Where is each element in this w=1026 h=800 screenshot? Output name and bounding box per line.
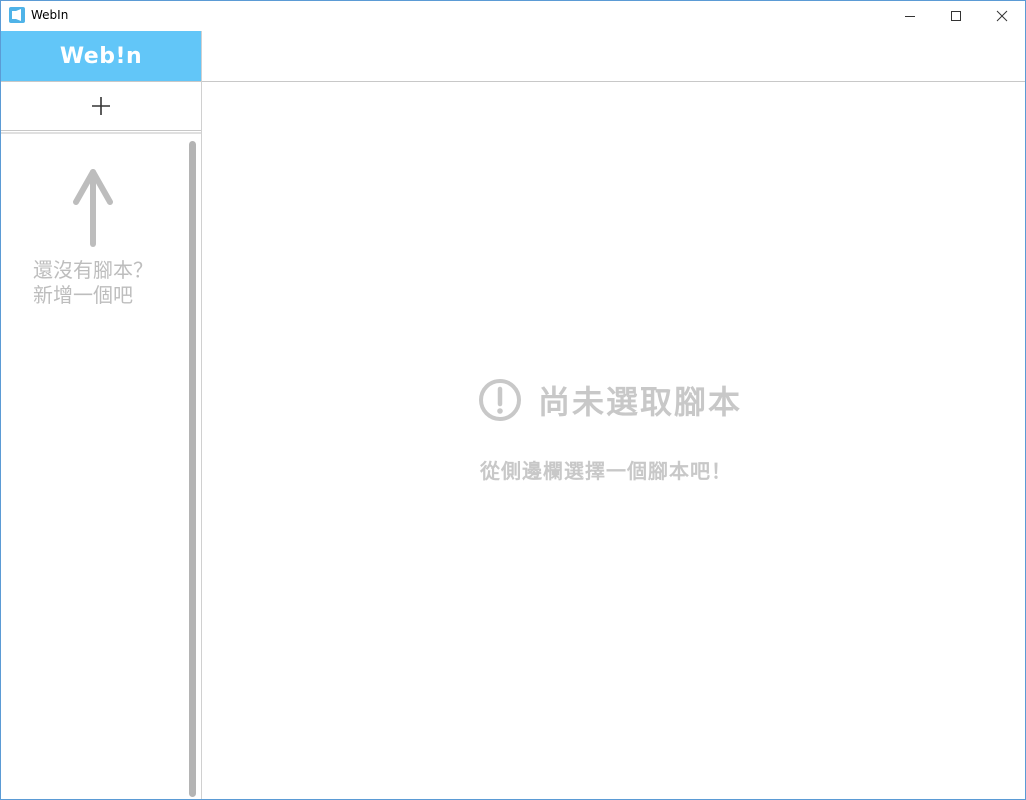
maximize-button[interactable] (933, 1, 979, 31)
maximize-icon (951, 11, 961, 21)
close-button[interactable] (979, 1, 1025, 31)
add-script-button[interactable] (1, 81, 201, 131)
plus-icon (92, 97, 110, 115)
minimize-button[interactable] (887, 1, 933, 31)
empty-state: 尚未選取腳本 從側邊欄選擇一個腳本吧！ (202, 82, 1025, 799)
brand-logo: Web!n (1, 31, 201, 81)
title-bar[interactable]: WebIn (1, 1, 1025, 31)
window-title: WebIn (31, 8, 69, 22)
minimize-icon (905, 16, 915, 17)
empty-hint-line2: 新增一個吧 (33, 283, 133, 307)
arrow-up-icon (73, 169, 113, 247)
empty-state-title: 尚未選取腳本 (538, 383, 743, 421)
empty-state-subtitle: 從側邊欄選擇一個腳本吧！ (480, 459, 732, 483)
sidebar: Web!n 還沒有腳本？ 新增一個吧 (1, 31, 202, 799)
close-icon (996, 10, 1008, 22)
app-window: WebIn Web!n 還沒有腳本？ 新增一個吧 尚未選取腳本 從側邊欄選擇一個… (0, 0, 1026, 800)
main-content: 尚未選取腳本 從側邊欄選擇一個腳本吧！ (202, 82, 1025, 799)
empty-state-header: 尚未選取腳本 (478, 377, 742, 423)
exclamation-circle-icon (479, 379, 521, 421)
sidebar-scrollbar[interactable] (189, 141, 196, 797)
empty-list-hint: 還沒有腳本？ 新增一個吧 (33, 258, 183, 308)
script-list[interactable]: 還沒有腳本？ 新增一個吧 (1, 132, 201, 799)
empty-hint-line1: 還沒有腳本？ (33, 258, 153, 282)
main-toolbar (202, 31, 1025, 82)
webin-app-icon (9, 7, 25, 23)
